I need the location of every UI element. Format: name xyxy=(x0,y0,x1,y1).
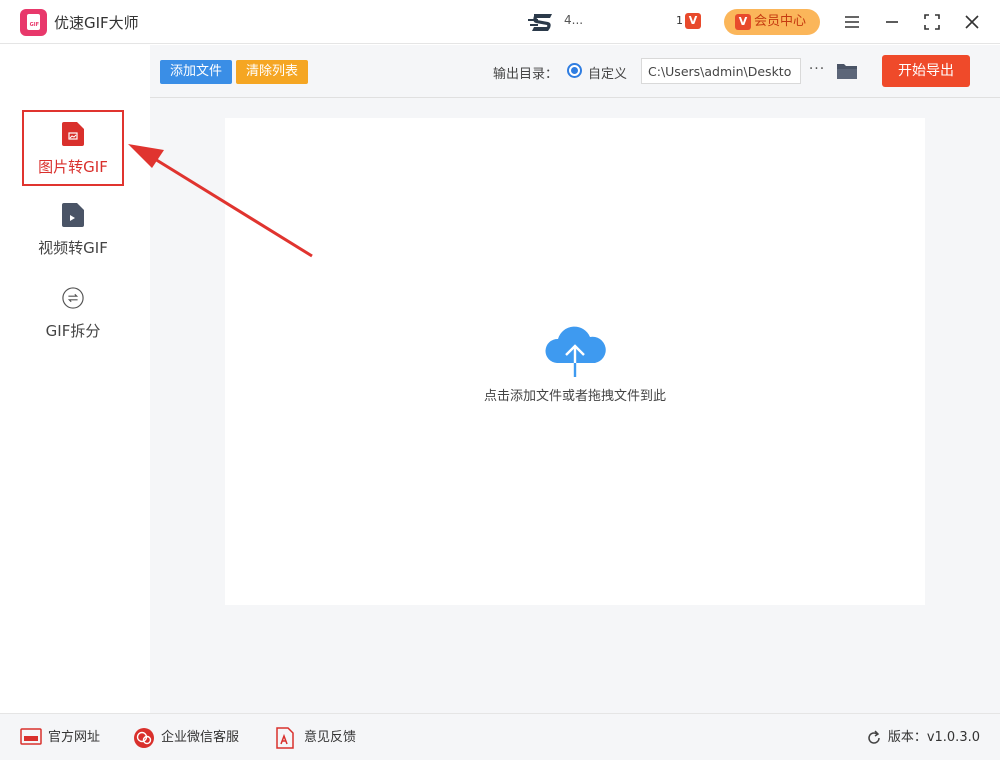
user-avatar-icon[interactable] xyxy=(528,10,556,34)
feedback-icon xyxy=(276,727,294,749)
sidebar-item-label: GIF拆分 xyxy=(45,322,101,340)
menu-button[interactable] xyxy=(838,8,866,36)
custom-dir-radio-label[interactable]: 自定义 xyxy=(588,63,627,82)
image-file-icon xyxy=(62,122,84,146)
split-icon xyxy=(62,287,84,309)
maximize-icon xyxy=(924,14,940,30)
version-info: 版本：v1.0.3.0 xyxy=(866,727,980,749)
website-label: 官方网址 xyxy=(48,730,101,745)
wechat-service-link[interactable]: 企业微信客服 xyxy=(133,727,253,749)
website-link[interactable]: 官方网址 xyxy=(20,727,110,749)
minimize-icon xyxy=(886,21,898,23)
minimize-button[interactable] xyxy=(878,8,906,36)
vip-center-label: 会员中心 xyxy=(754,14,807,29)
close-icon xyxy=(965,15,979,29)
vip-badge-icon: V xyxy=(685,13,701,29)
video-file-icon xyxy=(62,203,84,227)
website-icon xyxy=(20,728,42,745)
title-bar: GIF 优速GIF大师 4... 1V V 会员中心 xyxy=(0,0,1000,44)
add-file-button[interactable]: 添加文件 xyxy=(160,60,232,84)
sidebar-item-label: 图片转GIF xyxy=(38,158,108,176)
start-export-button[interactable]: 开始导出 xyxy=(882,55,970,87)
sidebar-item-video-to-gif[interactable]: 视频转GIF xyxy=(22,193,124,269)
feedback-link[interactable]: 意见反馈 xyxy=(276,727,366,749)
browse-more-button[interactable]: ··· xyxy=(806,59,828,83)
sidebar-item-image-to-gif[interactable]: 图片转GIF xyxy=(22,110,124,186)
clear-list-button[interactable]: 清除列表 xyxy=(236,60,308,84)
sidebar-item-gif-split[interactable]: GIF拆分 xyxy=(22,276,124,352)
annotation-arrow-icon xyxy=(128,144,313,258)
maximize-button[interactable] xyxy=(918,8,946,36)
output-dir-label: 输出目录： xyxy=(493,67,559,82)
feedback-label: 意见反馈 xyxy=(304,730,357,745)
custom-dir-radio[interactable] xyxy=(567,63,582,78)
sidebar-item-label: 视频转GIF xyxy=(38,239,108,257)
open-folder-icon[interactable] xyxy=(836,61,858,81)
drop-zone-hint: 点击添加文件或者拖拽文件到此 xyxy=(483,389,666,404)
vip-icon: V xyxy=(735,14,751,30)
vip-mini-badge: 1V xyxy=(676,13,701,29)
app-title: 优速GIF大师 xyxy=(54,14,139,32)
close-button[interactable] xyxy=(958,8,986,36)
wechat-icon xyxy=(134,728,154,748)
footer: 官方网址 企业微信客服 意见反馈 版本：v1.0.3.0 xyxy=(0,713,1000,760)
toolbar: 添加文件 清除列表 输出目录： 自定义 ··· 开始导出 xyxy=(150,45,1000,98)
output-path-input[interactable] xyxy=(641,58,801,84)
version-label: 版本：v1.0.3.0 xyxy=(887,730,980,745)
cloud-upload-icon xyxy=(545,326,606,377)
refresh-icon[interactable] xyxy=(866,730,882,746)
wechat-label: 企业微信客服 xyxy=(161,730,240,745)
app-logo-icon: GIF xyxy=(20,9,47,36)
menu-icon xyxy=(845,16,859,28)
user-name[interactable]: 4... xyxy=(564,13,583,27)
file-drop-zone[interactable]: 点击添加文件或者拖拽文件到此 xyxy=(225,118,925,605)
vip-center-button[interactable]: V 会员中心 xyxy=(724,9,820,35)
